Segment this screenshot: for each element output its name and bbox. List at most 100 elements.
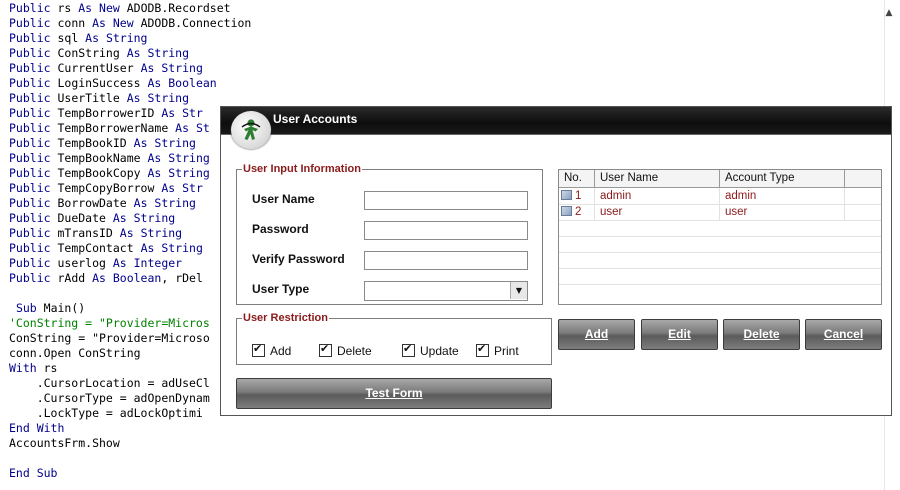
code-token: Public [9, 151, 51, 165]
verify-password-input[interactable] [364, 251, 528, 270]
code-token: DueDate [50, 211, 113, 225]
code-token: Public [9, 46, 51, 60]
code-token: LoginSuccess [50, 76, 148, 90]
edit-button-label: Edit [668, 327, 691, 341]
code-text[interactable]: Public rs As New ADODB.Recordset Public … [9, 1, 251, 481]
test-form-button[interactable]: Test Form [236, 378, 552, 409]
user-input-group: User Input Information User Name Passwor… [236, 163, 543, 305]
row-account-type: user [720, 204, 845, 220]
code-token: , rDel [161, 271, 203, 285]
table-row[interactable]: 2 user user [559, 204, 881, 221]
code-token: Public [9, 241, 51, 255]
record-icon [561, 190, 572, 200]
user-type-select[interactable]: ▼ [364, 281, 528, 301]
code-token: Public [9, 211, 51, 225]
code-token: conn.Open ConString [9, 346, 141, 360]
code-token: .CursorType = adOpenDynam [9, 391, 210, 405]
code-token: Sub [15, 301, 37, 315]
code-token: Public [9, 196, 51, 210]
code-token: .CursorLocation = adUseCl [9, 376, 210, 390]
code-token: 'ConString = "Provider=Micros [9, 316, 210, 330]
password-label: Password [252, 222, 309, 236]
user-restriction-group: User Restriction Add Delete Update Print [236, 312, 552, 365]
code-token: As New [92, 16, 134, 30]
code-token: As String [133, 196, 196, 210]
table-row[interactable]: 1 admin admin [559, 188, 881, 205]
code-token: TempBorrowerName [50, 121, 176, 135]
print-checkbox-label: Print [494, 344, 519, 358]
add-checkbox[interactable]: Add [252, 342, 291, 358]
cancel-button[interactable]: Cancel [805, 319, 882, 350]
row-username: admin [595, 188, 720, 204]
code-token: As Integer [112, 256, 183, 270]
code-token: UserTitle [50, 91, 127, 105]
title-bar[interactable]: User Accounts [221, 107, 891, 135]
grid-header: No. User Name Account Type [559, 170, 881, 188]
user-type-label: User Type [252, 282, 310, 296]
code-token: End With [9, 421, 65, 435]
column-header-user-name[interactable]: User Name [595, 170, 720, 187]
delete-button[interactable]: Delete [723, 319, 800, 350]
checkbox-checked-icon[interactable] [476, 342, 489, 357]
code-token: As Boolean [92, 271, 162, 285]
chevron-down-icon[interactable]: ▼ [510, 282, 527, 299]
code-token: Public [9, 31, 51, 45]
scroll-up-arrow-icon[interactable]: ▲ [882, 6, 896, 20]
code-token: Public [9, 166, 51, 180]
code-token: End Sub [9, 466, 58, 480]
code-token: CurrentUser [50, 61, 141, 75]
code-token: TempCopyBorrow [50, 181, 162, 195]
verify-password-label: Verify Password [252, 252, 345, 266]
delete-checkbox-label: Delete [337, 344, 372, 358]
code-token: Public [9, 256, 51, 270]
update-checkbox[interactable]: Update [402, 342, 459, 358]
code-token: Public [9, 61, 51, 75]
code-token: As String [119, 226, 183, 240]
delete-checkbox[interactable]: Delete [319, 342, 372, 358]
code-token: As Boolean [147, 76, 217, 90]
code-token: TempContact [50, 241, 141, 255]
code-token: rAdd [50, 271, 93, 285]
code-token: AccountsFrm.Show [9, 436, 120, 450]
update-checkbox-label: Update [420, 344, 459, 358]
add-button-label: Add [584, 327, 609, 341]
row-no: 1 [575, 190, 582, 202]
username-input[interactable] [364, 191, 528, 210]
code-token: Public [9, 271, 51, 285]
code-token: conn [50, 16, 93, 30]
delete-button-label: Delete [743, 327, 780, 341]
code-token: ADODB.Connection [133, 16, 252, 30]
code-token: As String [85, 31, 148, 45]
print-checkbox[interactable]: Print [476, 342, 519, 358]
column-header-account-type[interactable]: Account Type [720, 170, 845, 187]
code-token: TempBorrowerID [50, 106, 162, 120]
code-token: ConString = "Provider=Microso [9, 331, 210, 345]
username-label: User Name [252, 192, 315, 206]
row-account-type: admin [720, 188, 845, 204]
user-accounts-logo-icon [231, 111, 271, 149]
code-token: As St [175, 121, 210, 135]
user-accounts-window: User Accounts User Input Information Use… [220, 106, 892, 416]
edit-button[interactable]: Edit [641, 319, 718, 350]
code-token: Public [9, 106, 51, 120]
add-button[interactable]: Add [558, 319, 635, 350]
code-token: As String [147, 151, 210, 165]
code-token: Public [9, 226, 51, 240]
checkbox-checked-icon[interactable] [402, 342, 415, 357]
code-token: As Str [161, 106, 203, 120]
row-username: user [595, 204, 720, 220]
user-input-legend: User Input Information [243, 163, 361, 175]
code-token: Public [9, 181, 51, 195]
window-title: User Accounts [273, 112, 358, 126]
checkbox-checked-icon[interactable] [319, 342, 332, 357]
code-token: ConString [50, 46, 127, 60]
password-input[interactable] [364, 221, 528, 240]
code-token: TempBookID [50, 136, 134, 150]
cancel-button-label: Cancel [823, 327, 864, 341]
record-icon [561, 206, 572, 216]
accounts-grid[interactable]: No. User Name Account Type 1 admin admin… [558, 169, 882, 305]
checkbox-checked-icon[interactable] [252, 342, 265, 357]
test-form-button-label: Test Form [365, 386, 423, 400]
column-header-no[interactable]: No. [559, 170, 595, 187]
